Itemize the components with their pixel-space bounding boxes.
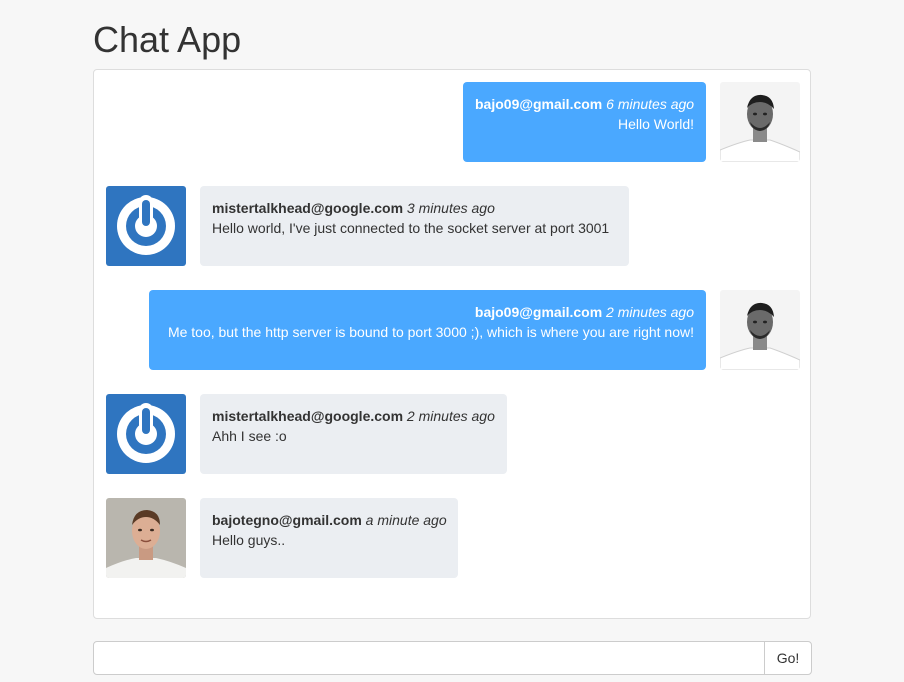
message-text: Hello guys..: [212, 532, 286, 548]
chat-panel[interactable]: bajo09@gmail.com 6 minutes ago Hello Wor…: [93, 69, 811, 619]
message-text: Hello world, I've just connected to the …: [212, 220, 610, 236]
message-bubble: bajo09@gmail.com 2 minutes ago Me too, b…: [149, 290, 706, 370]
message-header: mistertalkhead@google.com 3 minutes ago: [212, 198, 617, 218]
message-text: Ahh I see :o: [212, 428, 287, 444]
message-text: Me too, but the http server is bound to …: [167, 324, 694, 340]
message-header: bajo09@gmail.com 2 minutes ago: [161, 302, 694, 322]
message-header: mistertalkhead@google.com 2 minutes ago: [212, 406, 495, 426]
message-bubble: mistertalkhead@google.com 2 minutes ago …: [200, 394, 507, 474]
page-title: Chat App: [93, 19, 242, 60]
message-author: mistertalkhead@google.com: [212, 408, 404, 424]
send-button[interactable]: Go!: [764, 641, 812, 675]
message-time: 6 minutes ago: [606, 96, 695, 112]
message-author: bajotegno@gmail.com: [212, 512, 362, 528]
message-time: 3 minutes ago: [406, 200, 495, 216]
message-bubble: bajotegno@gmail.com a minute ago Hello g…: [200, 498, 458, 578]
message-composer: Go!: [93, 641, 812, 675]
bw-portrait-avatar: [720, 290, 800, 370]
message-author: bajo09@gmail.com: [474, 304, 603, 320]
message-text: Hello World!: [618, 116, 694, 132]
bw-portrait-avatar: [720, 82, 800, 162]
color-portrait-avatar: [106, 498, 186, 578]
message-header: bajotegno@gmail.com a minute ago: [212, 510, 447, 530]
message-time: 2 minutes ago: [606, 304, 694, 320]
message-author: bajo09@gmail.com: [475, 96, 603, 112]
message-header: bajo09@gmail.com 6 minutes ago: [475, 94, 694, 114]
message-author: mistertalkhead@google.com: [212, 200, 404, 216]
power-logo-avatar: [106, 394, 186, 474]
message-input[interactable]: [93, 641, 765, 675]
message-bubble: bajo09@gmail.com 6 minutes ago Hello Wor…: [463, 82, 706, 162]
message-time: 2 minutes ago: [406, 408, 495, 424]
power-logo-avatar: [106, 186, 186, 266]
message-time: a minute ago: [365, 512, 447, 528]
message-bubble: mistertalkhead@google.com 3 minutes ago …: [200, 186, 629, 266]
